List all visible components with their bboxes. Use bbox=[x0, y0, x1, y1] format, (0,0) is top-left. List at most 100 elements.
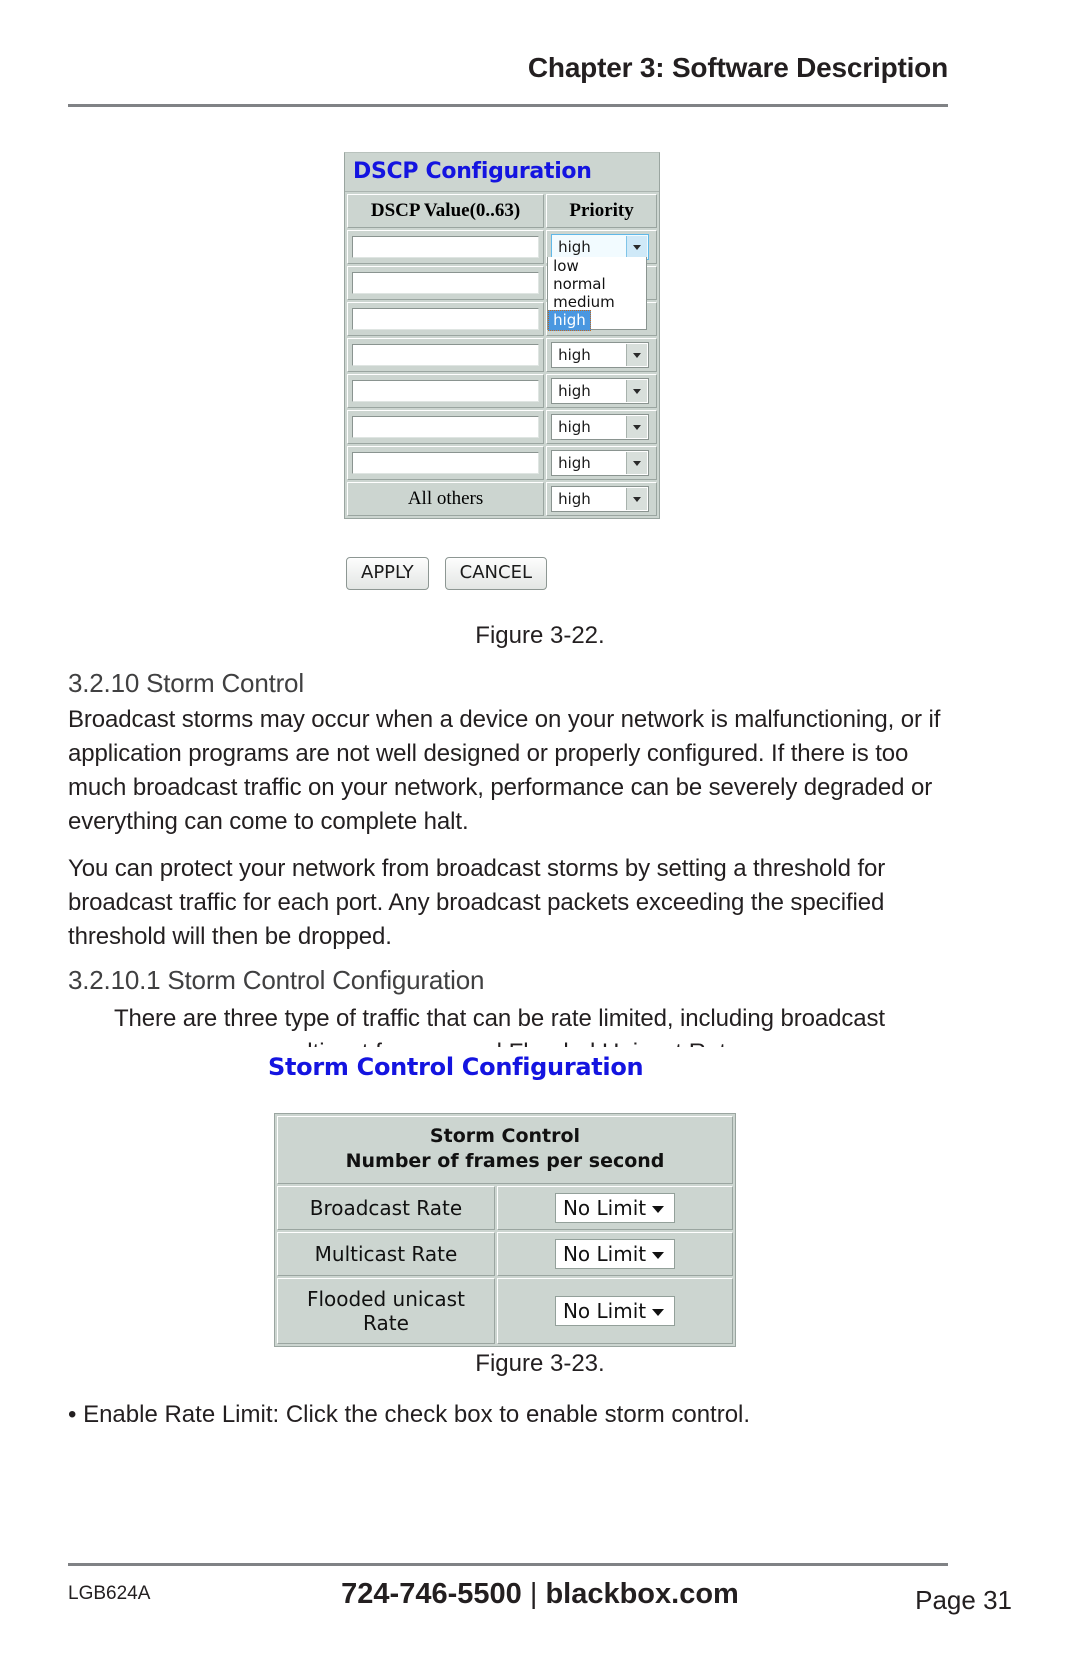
priority-select-4[interactable]: high bbox=[551, 342, 650, 368]
dscp-value-input-3[interactable] bbox=[352, 308, 540, 330]
dscp-priority-cell: high bbox=[546, 338, 657, 372]
table-row: high bbox=[347, 338, 657, 372]
flooded-unicast-rate-select[interactable]: No Limit bbox=[554, 1296, 675, 1326]
table-row: high bbox=[347, 410, 657, 444]
priority-select-1-value: high bbox=[558, 238, 591, 256]
dscp-priority-cell: high bbox=[546, 374, 657, 408]
dscp-panel-title-bar: DSCP Configuration bbox=[345, 153, 659, 192]
broadcast-rate-label: Broadcast Rate bbox=[277, 1186, 495, 1230]
footer-phone: 724-746-5500 bbox=[341, 1578, 522, 1610]
dscp-priority-cell: high low normal medium high bbox=[546, 230, 657, 331]
flooded-unicast-rate-label: Flooded unicast Rate bbox=[277, 1278, 495, 1344]
cancel-button[interactable]: CANCEL bbox=[444, 557, 547, 590]
paragraph-storm-control-2: You can protect your network from broadc… bbox=[68, 855, 886, 950]
page-header: Chapter 3: Software Description bbox=[68, 54, 948, 82]
chevron-down-icon[interactable] bbox=[651, 1206, 664, 1213]
storm-panel: Storm Control Number of frames per secon… bbox=[274, 1113, 736, 1347]
table-row: Broadcast Rate No Limit bbox=[277, 1186, 733, 1230]
all-others-label: All others bbox=[347, 482, 545, 516]
apply-button[interactable]: APPLY bbox=[346, 557, 429, 590]
priority-select-5-value: high bbox=[558, 382, 591, 400]
storm-table-header-row: Storm Control Number of frames per secon… bbox=[277, 1116, 733, 1184]
dscp-value-input-6[interactable] bbox=[352, 416, 540, 438]
chevron-down-icon[interactable] bbox=[626, 380, 648, 402]
dscp-value-cell bbox=[347, 266, 545, 300]
multicast-rate-value: No Limit bbox=[562, 1242, 647, 1266]
dscp-configuration-figure: DSCP Configuration DSCP Value(0..63) Pri… bbox=[344, 152, 660, 519]
priority-select-6-value: high bbox=[558, 418, 591, 436]
multicast-rate-cell: No Limit bbox=[496, 1232, 733, 1276]
dscp-value-input-5[interactable] bbox=[352, 380, 540, 402]
chapter-title: Chapter 3: Software Description bbox=[527, 52, 948, 83]
dscp-priority-cell: high bbox=[546, 410, 657, 444]
footer-website: blackbox.com bbox=[545, 1578, 739, 1610]
table-row: Multicast Rate No Limit bbox=[277, 1232, 733, 1276]
figure-3-23-caption: Figure 3-23. bbox=[475, 1350, 605, 1377]
chevron-down-icon[interactable] bbox=[626, 344, 648, 366]
multicast-rate-select[interactable]: No Limit bbox=[554, 1239, 675, 1269]
heading-storm-control: 3.2.10 Storm Control bbox=[68, 668, 304, 698]
table-row-all-others: All others high bbox=[347, 482, 657, 516]
chevron-down-icon[interactable] bbox=[626, 236, 648, 258]
flooded-unicast-rate-value: No Limit bbox=[562, 1299, 647, 1323]
dscp-value-cell bbox=[347, 230, 545, 264]
priority-option-high[interactable]: high bbox=[548, 310, 591, 331]
chevron-down-icon[interactable] bbox=[651, 1309, 664, 1316]
table-row: high low normal medium high bbox=[347, 230, 657, 331]
dscp-priority-cell: high bbox=[546, 446, 657, 480]
flooded-unicast-rate-cell: No Limit bbox=[496, 1278, 733, 1344]
broadcast-rate-cell: No Limit bbox=[496, 1186, 733, 1230]
heading-storm-control-configuration: 3.2.10.1 Storm Control Configuration bbox=[68, 965, 485, 995]
priority-dropdown-list[interactable]: low normal medium high bbox=[547, 257, 648, 331]
priority-select-6[interactable]: high bbox=[551, 414, 650, 440]
priority-select-all-others[interactable]: high bbox=[551, 486, 650, 512]
bullet-enable-rate-limit: • Enable Rate Limit: Click the check box… bbox=[68, 1401, 751, 1428]
dscp-value-cell bbox=[347, 374, 545, 408]
dscp-button-row: APPLY CANCEL bbox=[346, 557, 547, 590]
paragraph-storm-config-1: There are three type of traffic that can… bbox=[114, 1005, 885, 1032]
figure-3-22-caption: Figure 3-22. bbox=[475, 622, 605, 649]
broadcast-rate-select[interactable]: No Limit bbox=[554, 1193, 675, 1223]
dscp-value-cell bbox=[347, 302, 545, 336]
dscp-value-cell bbox=[347, 410, 545, 444]
dscp-value-cell bbox=[347, 446, 545, 480]
paragraph-storm-control-1: Broadcast storms may occur when a device… bbox=[68, 706, 941, 835]
storm-header-line-2: Number of frames per second bbox=[345, 1150, 665, 1172]
chevron-down-icon[interactable] bbox=[626, 452, 648, 474]
priority-select-7-value: high bbox=[558, 454, 591, 472]
storm-header-line-1: Storm Control bbox=[429, 1125, 581, 1147]
dscp-priority-cell: high bbox=[546, 482, 657, 516]
header-divider bbox=[68, 104, 948, 107]
chevron-down-icon[interactable] bbox=[651, 1252, 664, 1259]
multicast-rate-label: Multicast Rate bbox=[277, 1232, 495, 1276]
footer-page-number: Page 31 bbox=[915, 1585, 1012, 1615]
storm-panel-title: Storm Control Configuration bbox=[268, 1053, 644, 1081]
priority-select-5[interactable]: high bbox=[551, 378, 650, 404]
footer-separator: | bbox=[529, 1578, 538, 1610]
priority-select-7[interactable]: high bbox=[551, 450, 650, 476]
dscp-table: DSCP Value(0..63) Priority high low norm… bbox=[345, 192, 659, 518]
table-row: high bbox=[347, 374, 657, 408]
dscp-column-value: DSCP Value(0..63) bbox=[347, 194, 545, 228]
footer-divider bbox=[68, 1563, 948, 1566]
dscp-panel-title: DSCP Configuration bbox=[353, 159, 592, 184]
priority-select-4-value: high bbox=[558, 346, 591, 364]
storm-table-header: Storm Control Number of frames per secon… bbox=[277, 1116, 733, 1184]
broadcast-rate-value: No Limit bbox=[562, 1196, 647, 1220]
priority-select-all-others-value: high bbox=[558, 490, 591, 508]
dscp-value-input-1[interactable] bbox=[352, 236, 540, 258]
storm-control-figure: Storm Control Configuration bbox=[268, 1053, 644, 1081]
table-row: high bbox=[347, 446, 657, 480]
chevron-down-icon[interactable] bbox=[626, 416, 648, 438]
dscp-panel: DSCP Configuration DSCP Value(0..63) Pri… bbox=[344, 152, 660, 519]
table-row: Flooded unicast Rate No Limit bbox=[277, 1278, 733, 1344]
dscp-value-input-2[interactable] bbox=[352, 272, 540, 294]
dscp-value-input-4[interactable] bbox=[352, 344, 540, 366]
dscp-value-cell bbox=[347, 338, 545, 372]
dscp-value-input-7[interactable] bbox=[352, 452, 540, 474]
storm-control-table: Storm Control Number of frames per secon… bbox=[275, 1114, 735, 1346]
paragraph-storm-config-1-clipped: multicast frames, and Flooded Unicast Ra… bbox=[68, 1036, 952, 1047]
chevron-down-icon[interactable] bbox=[626, 488, 648, 510]
dscp-table-header-row: DSCP Value(0..63) Priority bbox=[347, 194, 657, 228]
dscp-column-priority: Priority bbox=[546, 194, 657, 228]
